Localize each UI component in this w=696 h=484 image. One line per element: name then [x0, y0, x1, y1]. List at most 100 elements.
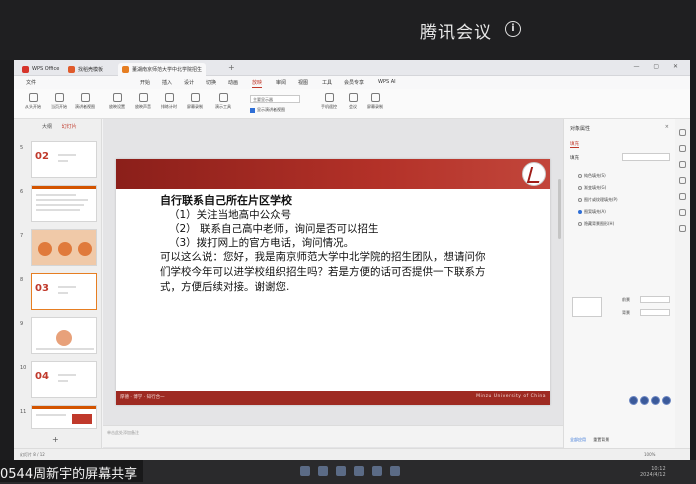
menu-tools[interactable]: 工具	[322, 79, 332, 86]
thumb-line	[58, 160, 68, 162]
slide-thumbnail[interactable]	[31, 405, 97, 429]
pointer-icon[interactable]	[679, 161, 686, 168]
menu-wps-ai[interactable]: WPS AI	[378, 79, 396, 85]
slide-title: 自行联系自己所在片区学校	[160, 194, 292, 207]
slide-thumbnail-selected[interactable]: 03	[31, 273, 97, 310]
button-label: 演示工具	[215, 104, 231, 109]
button-label: 屏幕录制	[367, 104, 383, 109]
wps-icon[interactable]	[372, 466, 382, 476]
radio-gradient-fill[interactable]: 渐变填充(G)	[578, 185, 606, 191]
floating-toolbar	[629, 396, 673, 405]
radio-label: 图片或纹理填充(P)	[584, 197, 618, 202]
taskbar-apps	[300, 466, 408, 476]
slide-thumbnail[interactable]	[31, 317, 97, 354]
tab-template[interactable]: 找稻壳模板	[64, 63, 107, 76]
add-slide-button[interactable]: +	[52, 435, 59, 444]
menu-design[interactable]: 设计	[184, 79, 194, 86]
meeting-app-icon[interactable]	[390, 466, 400, 476]
tab-outline[interactable]: 大纲	[42, 124, 52, 130]
thumb-line	[36, 199, 88, 201]
menu-slideshow[interactable]: 放映	[252, 79, 263, 88]
slide-number: 11	[20, 409, 27, 415]
side-icon-strip	[675, 119, 690, 448]
slide-textbox[interactable]: 自行联系自己所在片区学校 （1）关注当地高中公众号 （2） 联系自己高中老师，询…	[160, 193, 490, 295]
pattern-preview[interactable]	[572, 297, 602, 317]
layers-icon[interactable]	[679, 193, 686, 200]
tools-icon	[218, 93, 228, 102]
monitor-select[interactable]: 主要显示器	[250, 95, 300, 103]
apply-all-button[interactable]: 全部应用	[570, 437, 586, 442]
slide-number: 9	[20, 321, 24, 327]
slide-number: 10	[20, 365, 27, 371]
menu-view[interactable]: 视图	[298, 79, 308, 86]
more-icon[interactable]	[679, 225, 686, 232]
zoom-level[interactable]: 100%	[644, 452, 655, 457]
shape-icon[interactable]	[679, 177, 686, 184]
share-icon[interactable]	[679, 209, 686, 216]
presentation-tools-button[interactable]: 演示工具	[208, 93, 238, 110]
checkbox-hide-background[interactable]: 隐藏背景图形(H)	[578, 221, 614, 227]
radio-pattern-fill[interactable]: 图案填充(A)	[578, 209, 606, 215]
info-icon[interactable]: i	[505, 21, 521, 37]
foreground-color-picker[interactable]	[640, 296, 670, 303]
button-label: 会议	[349, 104, 357, 109]
slide-thumbnail[interactable]: 04	[31, 361, 97, 398]
canvas-scrollbar[interactable]	[558, 179, 561, 239]
university-logo-icon	[522, 162, 546, 186]
assistant-icon[interactable]	[651, 396, 660, 405]
slide-number: 6	[20, 189, 24, 195]
slide-thumbnail[interactable]: 02	[31, 141, 97, 178]
reset-background-button[interactable]: 重置背景	[593, 437, 609, 442]
search-icon[interactable]	[318, 466, 328, 476]
thumb-line	[58, 374, 76, 376]
menu-file[interactable]: 文件	[26, 79, 36, 86]
notes-placeholder: 单击此处添加备注	[107, 430, 139, 435]
radio-picture-fill[interactable]: 图片或纹理填充(P)	[578, 197, 618, 203]
presenter-view-button[interactable]: 演讲者视图	[70, 93, 100, 110]
screen-capture-button[interactable]: 屏幕录制	[360, 93, 390, 110]
timer-icon	[164, 93, 174, 102]
close-icon[interactable]: ×	[665, 124, 669, 130]
slide-thumbnail[interactable]	[31, 185, 97, 222]
assistant-icon[interactable]	[640, 396, 649, 405]
menu-transition[interactable]: 切换	[206, 79, 216, 86]
slide-count: 幻灯片 8 / 12	[20, 452, 45, 457]
browser-icon[interactable]	[354, 466, 364, 476]
window-controls[interactable]: — ▢ ✕	[633, 63, 684, 70]
radio-selected-icon	[578, 210, 582, 214]
menu-home[interactable]: 开始	[140, 79, 150, 86]
thumb-graphic	[56, 330, 72, 346]
background-color-picker[interactable]	[640, 309, 670, 316]
button-label: 排练计时	[161, 104, 177, 109]
assistant-icon[interactable]	[662, 396, 671, 405]
star-icon[interactable]	[679, 145, 686, 152]
menu-insert[interactable]: 插入	[162, 79, 172, 86]
tab-slides[interactable]: 幻灯片	[62, 124, 77, 130]
assistant-icon[interactable]	[629, 396, 638, 405]
radio-solid-fill[interactable]: 纯色填充(S)	[578, 173, 606, 179]
new-tab-button[interactable]: +	[228, 63, 235, 72]
menu-animation[interactable]: 动画	[228, 79, 238, 86]
screen-record-button[interactable]: 屏幕录制	[180, 93, 210, 110]
meeting-top-bar: 腾讯会议 i	[0, 0, 696, 60]
start-icon[interactable]	[300, 466, 310, 476]
tab-fill[interactable]: 填充	[570, 141, 579, 148]
button-label: 手机遥控	[321, 104, 337, 109]
phone-icon	[324, 93, 334, 102]
presenter-view-checkbox[interactable]: 显示演讲者视图	[250, 107, 285, 113]
radio-label: 纯色填充(S)	[584, 173, 606, 178]
radio-icon	[578, 186, 582, 190]
button-label: 演讲者视图	[75, 104, 95, 109]
notes-area[interactable]: 单击此处添加备注	[103, 425, 563, 447]
properties-icon[interactable]	[679, 129, 686, 136]
menu-review[interactable]: 审阅	[276, 79, 286, 86]
current-slide[interactable]: 自行联系自己所在片区学校 （1）关注当地高中公众号 （2） 联系自己高中老师，询…	[116, 159, 550, 405]
slide-bullet: （2） 联系自己高中老师，询问是否可以招生	[169, 223, 379, 235]
tab-presentation[interactable]: 董湖南京师范大学中北学院招生	[118, 63, 207, 76]
tab-wps-office[interactable]: WPS Office	[18, 63, 63, 76]
menu-member[interactable]: 会员专享	[344, 79, 364, 86]
slide-thumbnail[interactable]	[31, 229, 97, 266]
fill-select[interactable]	[622, 153, 670, 161]
thumb-line	[36, 194, 76, 196]
explorer-icon[interactable]	[336, 466, 346, 476]
